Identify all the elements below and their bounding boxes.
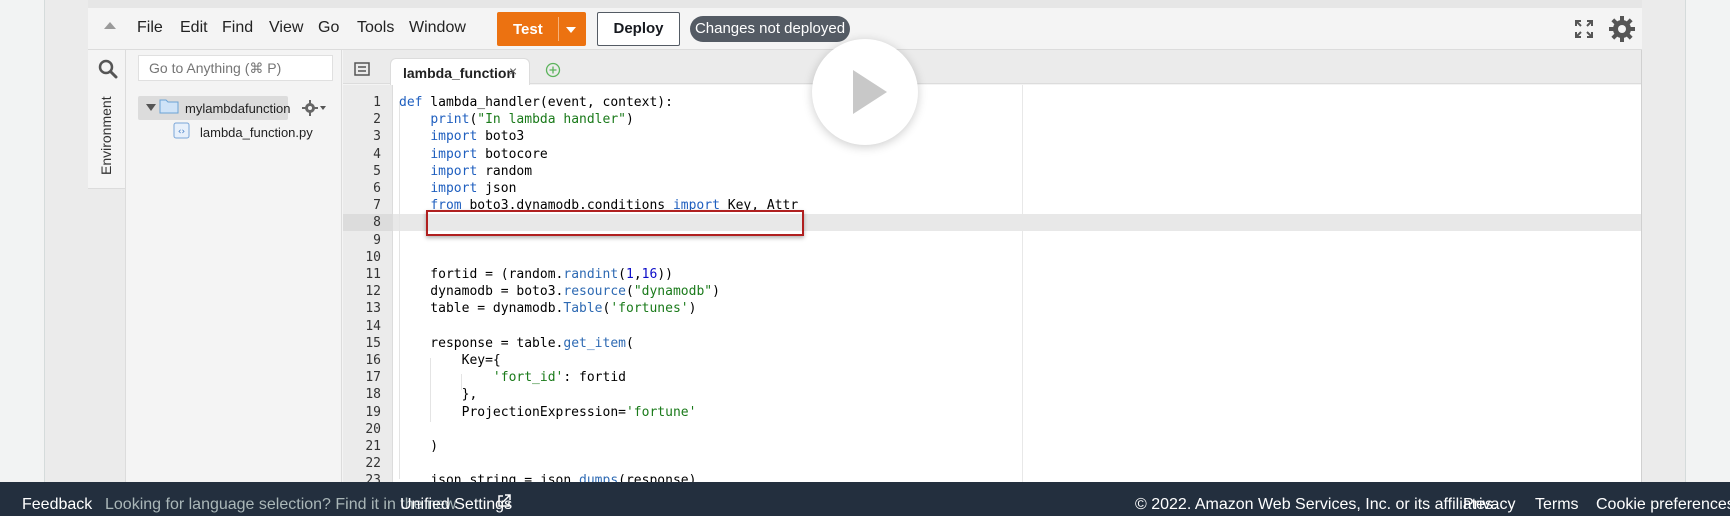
menu-file[interactable]: File: [137, 19, 163, 37]
line-number: 21: [365, 439, 381, 454]
code-text: print("In lambda handler"): [430, 112, 634, 127]
code-text: import boto3: [430, 129, 525, 144]
code-text: def lambda_handler(event, context):: [399, 95, 673, 110]
test-button-divider: [558, 17, 559, 41]
menu-tools[interactable]: Tools: [357, 19, 394, 37]
code-text: import random: [430, 164, 533, 179]
code-line: 8: [0, 214, 1730, 231]
menu-find[interactable]: Find: [222, 19, 253, 37]
page: File Edit Find View Go Tools Window Test…: [0, 0, 1730, 516]
line-number: 10: [365, 250, 381, 265]
line-number: 17: [365, 370, 381, 385]
line-number: 20: [365, 422, 381, 437]
code-line: 10: [0, 249, 1730, 266]
code-line: 15 response = table.get_item(: [0, 335, 1730, 352]
code-text: },: [399, 387, 478, 402]
code-line: 19 ProjectionExpression='fortune': [0, 404, 1730, 421]
line-number: 12: [365, 284, 381, 299]
line-number: 18: [365, 387, 381, 402]
test-button-label: Test: [513, 21, 543, 38]
code-text: ): [399, 439, 439, 454]
feedback-link[interactable]: Feedback: [22, 496, 92, 514]
line-number: 2: [373, 112, 381, 127]
collapse-triangle-icon[interactable]: [104, 22, 116, 29]
annotation-highlight-box: [426, 210, 804, 236]
code-line: 22: [0, 455, 1730, 472]
code-text: Key={: [399, 353, 501, 368]
code-text: table = dynamodb.Table('fortunes'): [399, 301, 697, 316]
code-text: import json: [430, 181, 517, 196]
line-number: 1: [373, 95, 381, 110]
code-text: response = table.get_item(: [399, 336, 634, 351]
copyright-text: © 2022. Amazon Web Services, Inc. or its…: [1135, 496, 1498, 513]
code-line: 11 fortid = (random.randint(1,16)): [0, 266, 1730, 283]
menu-view[interactable]: View: [269, 19, 303, 37]
code-line: 18 },: [0, 386, 1730, 403]
menu-edit[interactable]: Edit: [180, 19, 208, 37]
line-number: 16: [365, 353, 381, 368]
code-line: 20: [0, 421, 1730, 438]
code-line: 16 Key={: [0, 352, 1730, 369]
gear-icon[interactable]: [1608, 15, 1636, 43]
code-line: 4 import botocore: [0, 146, 1730, 163]
tab-navigation-icon[interactable]: [354, 62, 370, 76]
terms-link[interactable]: Terms: [1535, 496, 1579, 514]
code-line: 6 import json: [0, 180, 1730, 197]
line-number: 11: [365, 267, 381, 282]
deploy-button[interactable]: Deploy: [597, 12, 680, 46]
menu-go[interactable]: Go: [318, 19, 339, 37]
goto-anything-input[interactable]: [138, 55, 333, 81]
line-number: 13: [365, 301, 381, 316]
line-number: 9: [373, 233, 381, 248]
top-strip: [88, 0, 1642, 8]
code-line: 13 table = dynamodb.Table('fortunes'): [0, 300, 1730, 317]
line-number: 6: [373, 181, 381, 196]
search-icon[interactable]: [98, 59, 118, 79]
code-text: import botocore: [430, 147, 548, 162]
line-number: 14: [365, 319, 381, 334]
line-number: 3: [373, 129, 381, 144]
code-line: 12 dynamodb = boto3.resource("dynamodb"): [0, 283, 1730, 300]
line-number: 22: [365, 456, 381, 471]
test-button[interactable]: Test: [497, 12, 586, 46]
line-number: 19: [365, 405, 381, 420]
code-line: 21 ): [0, 438, 1730, 455]
line-number: 15: [365, 336, 381, 351]
close-icon[interactable]: ×: [509, 63, 517, 79]
menu-window[interactable]: Window: [409, 19, 466, 37]
code-text: fortid = (random.randint(1,16)): [399, 267, 673, 282]
status-badge: Changes not deployed: [690, 16, 850, 42]
cookie-preferences-link[interactable]: Cookie preferences: [1596, 496, 1730, 514]
fullscreen-icon[interactable]: [1574, 19, 1594, 39]
external-link-icon[interactable]: [497, 494, 511, 508]
tab-label: lambda_function: [403, 65, 516, 81]
code-line: 9: [0, 232, 1730, 249]
play-icon[interactable]: [853, 70, 887, 114]
code-text: 'fort_id': fortid: [492, 370, 626, 385]
plus-circle-icon[interactable]: [545, 62, 561, 78]
code-line: 17 'fort_id': fortid: [0, 369, 1730, 386]
code-line: 14: [0, 318, 1730, 335]
code-line: 7 from boto3.dynamodb.conditions import …: [0, 197, 1730, 214]
line-number: 5: [373, 164, 381, 179]
chevron-down-icon[interactable]: [566, 27, 576, 33]
line-number: 4: [373, 147, 381, 162]
code-text: ProjectionExpression='fortune': [399, 405, 697, 420]
privacy-link[interactable]: Privacy: [1463, 496, 1515, 514]
unified-settings-link[interactable]: Unified Settings: [400, 496, 512, 514]
line-number: 7: [373, 198, 381, 213]
editor-tab-bar: [343, 50, 1641, 84]
code-text: dynamodb = boto3.resource("dynamodb"): [399, 284, 720, 299]
line-number: 8: [373, 215, 381, 230]
code-line: 5 import random: [0, 163, 1730, 180]
